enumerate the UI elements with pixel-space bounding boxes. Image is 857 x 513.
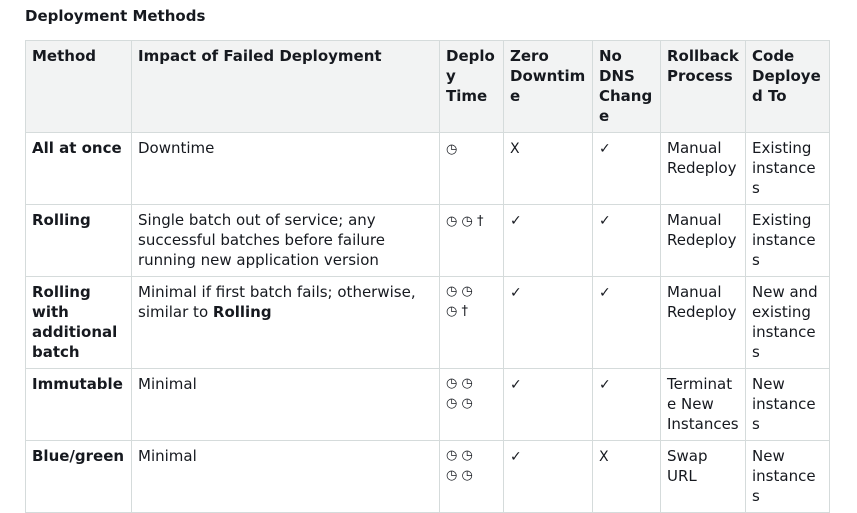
check-icon: ✓: [510, 377, 522, 393]
check-icon: ✓: [510, 449, 522, 465]
cross-icon: X: [599, 449, 609, 465]
method-cell: Rolling with additional batch: [25, 276, 132, 369]
clock-icon: ◷ ◷ †: [446, 214, 484, 229]
cross-icon: X: [510, 141, 520, 157]
no-dns-change-cell: ✓: [592, 368, 661, 441]
check-icon: ✓: [599, 213, 611, 229]
zero-downtime-cell: X: [503, 132, 593, 205]
check-icon: ✓: [599, 377, 611, 393]
code-deployed-cell: New instances: [745, 440, 830, 513]
deploy-time-cell: ◷ ◷ ◷ ◷: [439, 368, 504, 441]
method-cell: Immutable: [25, 368, 132, 441]
clock-icon: ◷ ◷: [446, 376, 473, 391]
check-icon: ✓: [599, 141, 611, 157]
zero-downtime-cell: ✓: [503, 276, 593, 369]
no-dns-change-cell: ✓: [592, 132, 661, 205]
no-dns-change-cell: X: [592, 440, 661, 513]
zero-downtime-cell: ✓: [503, 204, 593, 277]
code-deployed-cell: New and existing instances: [745, 276, 830, 369]
header-code-deployed-to: Code Deployed To: [745, 40, 830, 133]
table-row: Rolling with additional batch Minimal if…: [25, 276, 830, 369]
table-header-row: Method Impact of Failed Deployment Deplo…: [25, 40, 830, 133]
impact-text: Minimal if first batch fails; otherwise,…: [138, 283, 416, 321]
deploy-time-cell: ◷: [439, 132, 504, 205]
header-impact: Impact of Failed Deployment: [131, 40, 440, 133]
deploy-time-cell: ◷ ◷ ◷ ◷: [439, 440, 504, 513]
table-row: Rolling Single batch out of service; any…: [25, 204, 830, 277]
method-cell: Blue/green: [25, 440, 132, 513]
zero-downtime-cell: ✓: [503, 440, 593, 513]
impact-cell: Minimal if first batch fails; otherwise,…: [131, 276, 440, 369]
rollback-cell: Terminate New Instances: [660, 368, 746, 441]
check-icon: ✓: [510, 285, 522, 301]
clock-icon: ◷ ◷: [446, 396, 473, 411]
no-dns-change-cell: ✓: [592, 276, 661, 369]
no-dns-change-cell: ✓: [592, 204, 661, 277]
impact-cell: Minimal: [131, 368, 440, 441]
method-cell: All at once: [25, 132, 132, 205]
deploy-time-cell: ◷ ◷ ◷ †: [439, 276, 504, 369]
header-method: Method: [25, 40, 132, 133]
impact-cell: Minimal: [131, 440, 440, 513]
clock-icon: ◷ †: [446, 304, 468, 319]
rollback-cell: Manual Redeploy: [660, 204, 746, 277]
clock-icon: ◷ ◷: [446, 284, 473, 299]
header-deploy-time: Deploy Time: [439, 40, 504, 133]
header-zero-downtime: Zero Downtime: [503, 40, 593, 133]
impact-cell: Single batch out of service; any success…: [131, 204, 440, 277]
header-no-dns-change: No DNS Change: [592, 40, 661, 133]
deploy-time-cell: ◷ ◷ †: [439, 204, 504, 277]
method-cell: Rolling: [25, 204, 132, 277]
clock-icon: ◷: [446, 142, 458, 157]
code-deployed-cell: New instances: [745, 368, 830, 441]
code-deployed-cell: Existing instances: [745, 132, 830, 205]
clock-icon: ◷ ◷: [446, 448, 473, 463]
check-icon: ✓: [510, 213, 522, 229]
rollback-cell: Manual Redeploy: [660, 276, 746, 369]
check-icon: ✓: [599, 285, 611, 301]
table-row: All at once Downtime ◷ X ✓ Manual Redepl…: [25, 132, 830, 205]
impact-cell: Downtime: [131, 132, 440, 205]
clock-icon: ◷ ◷: [446, 468, 473, 483]
table-row: Blue/green Minimal ◷ ◷ ◷ ◷ ✓ X Swap URL …: [25, 440, 830, 513]
rollback-cell: Swap URL: [660, 440, 746, 513]
impact-bold-text: Rolling: [212, 303, 272, 321]
zero-downtime-cell: ✓: [503, 368, 593, 441]
table-row: Immutable Minimal ◷ ◷ ◷ ◷ ✓ ✓ Terminate …: [25, 368, 830, 441]
section-heading: Deployment Methods: [25, 7, 206, 25]
code-deployed-cell: Existing instances: [745, 204, 830, 277]
header-rollback-process: Rollback Process: [660, 40, 746, 133]
rollback-cell: Manual Redeploy: [660, 132, 746, 205]
deployment-methods-table: Method Impact of Failed Deployment Deplo…: [25, 40, 830, 513]
